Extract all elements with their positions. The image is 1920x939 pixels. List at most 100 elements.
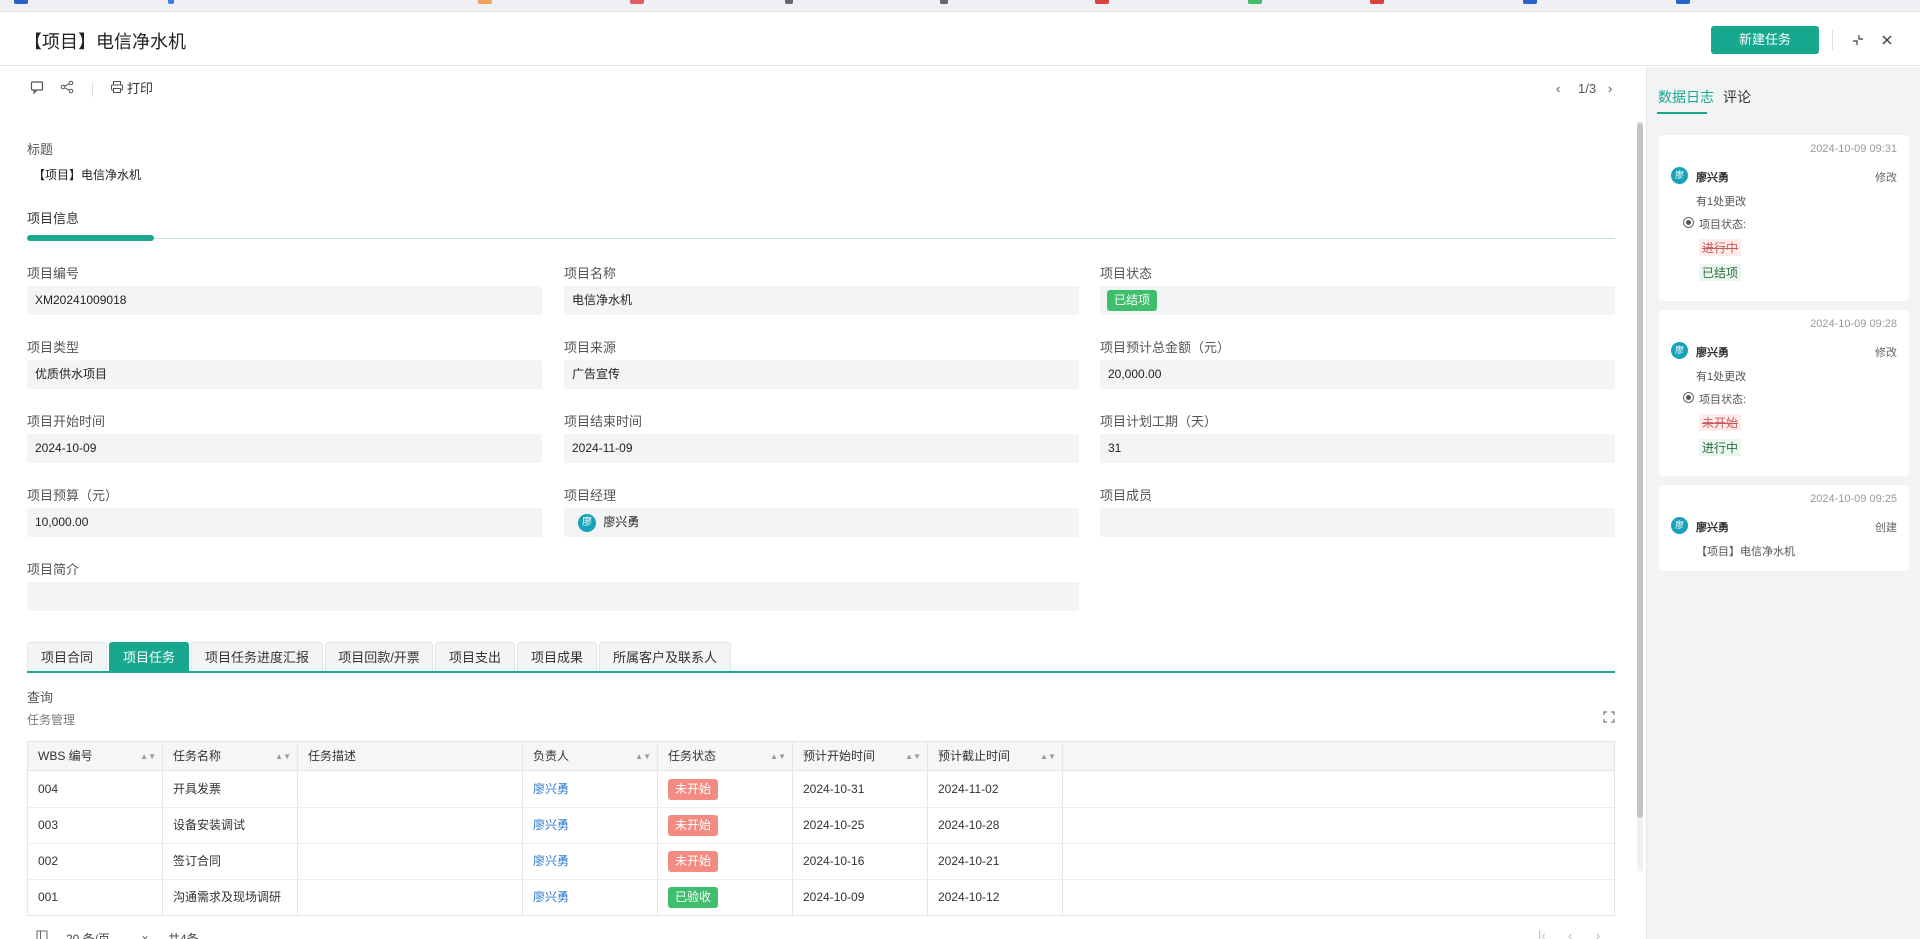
cell-owner-link[interactable]: 廖兴勇	[523, 844, 658, 879]
column-header[interactable]: 负责人 ▲▼	[523, 742, 658, 770]
new-value: 进行中	[1699, 439, 1742, 456]
avatar: 廖	[1671, 167, 1688, 184]
tab-comments[interactable]: 评论	[1723, 87, 1751, 107]
cell-end: 2024-11-02	[928, 772, 1063, 807]
log-field: 项目状态:	[1699, 394, 1747, 406]
top-strip	[0, 0, 1920, 12]
project-intro-field	[27, 582, 1079, 611]
column-header[interactable]: 任务描述	[298, 742, 523, 770]
cell-task-desc	[298, 880, 523, 916]
status-badge: 已结项	[1107, 290, 1158, 311]
bullet-icon	[1683, 217, 1694, 228]
cell-start: 2024-10-31	[793, 772, 928, 807]
project-end-field: 2024-11-09	[564, 434, 1079, 463]
section-active-bar	[27, 235, 154, 241]
total-count: 共4条	[168, 932, 199, 939]
query-button[interactable]: 查询	[27, 687, 53, 706]
main-content: 打印 ‹ 1/3 › 标题 【项目】电信净水机 项目信息 项目编号 XM2024…	[0, 67, 1646, 939]
field-label: 项目名称	[564, 266, 617, 281]
title-label: 标题	[27, 142, 54, 157]
cell-start: 2024-10-25	[793, 808, 928, 843]
cell-owner-link[interactable]: 廖兴勇	[523, 808, 658, 843]
column-header[interactable]: 预计开始时间 ▲▼	[793, 742, 928, 770]
project-status-field: 已结项	[1100, 286, 1615, 315]
record-pager: 1/3	[1578, 81, 1597, 96]
activity-side-panel: 数据日志 评论 2024-10-09 09:31 廖 廖兴勇 修改 有1处更改 …	[1646, 67, 1920, 939]
cell-start: 2024-10-09	[793, 880, 928, 916]
tab-payment-invoice[interactable]: 项目回款/开票	[325, 642, 433, 671]
log-user: 廖兴勇	[1696, 522, 1729, 534]
field-label: 项目简介	[27, 562, 80, 577]
table-row[interactable]: 003 设备安装调试 廖兴勇 未开始 2024-10-25 2024-10-28	[28, 808, 1614, 844]
avatar: 廖	[1671, 517, 1688, 534]
log-time: 2024-10-09 09:31	[1810, 143, 1897, 155]
next-record-icon[interactable]: ›	[1608, 80, 1612, 98]
cell-status: 未开始	[658, 772, 793, 807]
tab-customer-contact[interactable]: 所属客户及联系人	[599, 642, 731, 671]
tab-progress-report[interactable]: 项目任务进度汇报	[191, 642, 323, 671]
table-row[interactable]: 001 沟通需求及现场调研 廖兴勇 已验收 2024-10-09 2024-10…	[28, 880, 1614, 916]
column-header[interactable]: 任务名称 ▲▼	[163, 742, 298, 770]
cell-wbs: 003	[28, 808, 163, 843]
column-header[interactable]: WBS 编号 ▲▼	[28, 742, 163, 770]
prev-page-icon[interactable]: ‹	[1568, 928, 1572, 939]
task-grid: WBS 编号 ▲▼ 任务名称 ▲▼ 任务描述 负责人 ▲▼ 任务状态 ▲▼ 预计开始时间…	[27, 741, 1615, 916]
new-task-button[interactable]: 新建任务	[1711, 26, 1819, 54]
next-page-icon[interactable]: ›	[1596, 928, 1600, 939]
collapse-icon[interactable]	[1845, 27, 1871, 53]
page-size-select[interactable]: 20 条/页	[66, 930, 110, 939]
status-badge: 未开始	[668, 851, 719, 872]
subtab-bar: 项目合同 项目任务 项目任务进度汇报 项目回款/开票 项目支出 项目成果 所属客…	[27, 642, 1615, 673]
table-row[interactable]: 004 开具发票 廖兴勇 未开始 2024-10-31 2024-11-02	[28, 772, 1614, 808]
log-card: 2024-10-09 09:28 廖 廖兴勇 修改 有1处更改 项目状态: 未开…	[1659, 310, 1909, 476]
cell-task-desc	[298, 808, 523, 843]
project-name-field: 电信净水机	[564, 286, 1079, 315]
field-label: 项目开始时间	[27, 414, 106, 429]
table-row[interactable]: 002 签订合同 廖兴勇 未开始 2024-10-16 2024-10-21	[28, 844, 1614, 880]
field-label: 项目类型	[27, 340, 80, 355]
cell-status: 未开始	[658, 844, 793, 879]
share-icon[interactable]	[58, 80, 76, 98]
cell-end: 2024-10-21	[928, 844, 1063, 879]
log-action: 修改	[1875, 172, 1897, 184]
project-type-field: 优质供水项目	[27, 360, 542, 389]
status-badge: 已验收	[668, 887, 719, 908]
log-action: 修改	[1875, 347, 1897, 359]
tab-tasks[interactable]: 项目任务	[109, 642, 189, 671]
tab-expense[interactable]: 项目支出	[435, 642, 515, 671]
comment-icon[interactable]	[28, 80, 46, 98]
section-title: 项目信息	[27, 211, 80, 226]
status-badge: 未开始	[668, 779, 719, 800]
divider	[1832, 30, 1833, 50]
tab-result[interactable]: 项目成果	[517, 642, 597, 671]
print-button[interactable]: 打印	[127, 80, 153, 98]
column-header[interactable]: 预计截止时间 ▲▼	[928, 742, 1063, 770]
chevron-down-icon[interactable]: ⌄	[140, 928, 150, 939]
fullscreen-icon[interactable]	[1603, 711, 1615, 723]
close-icon[interactable]	[1874, 27, 1900, 53]
prev-record-icon[interactable]: ‹	[1556, 80, 1560, 98]
columns-icon[interactable]	[36, 930, 48, 939]
title-bar: 【项目】电信净水机 新建任务	[0, 12, 1920, 66]
cell-owner-link[interactable]: 廖兴勇	[523, 772, 658, 807]
project-manager-field: 廖 廖兴勇	[564, 508, 1079, 537]
cell-status: 已验收	[658, 880, 793, 916]
cell-owner-link[interactable]: 廖兴勇	[523, 880, 658, 916]
first-page-icon[interactable]: |‹	[1538, 928, 1546, 939]
tab-data-log[interactable]: 数据日志	[1658, 87, 1714, 107]
scrollbar-thumb[interactable]	[1637, 123, 1643, 818]
divider	[92, 83, 93, 97]
column-header[interactable]: 任务状态 ▲▼	[658, 742, 793, 770]
tab-contract[interactable]: 项目合同	[27, 642, 107, 671]
field-label: 项目成员	[1100, 488, 1153, 503]
cell-task-desc	[298, 772, 523, 807]
log-summary: 【项目】电信净水机	[1696, 546, 1795, 558]
active-tab-indicator	[1657, 112, 1707, 114]
log-card: 2024-10-09 09:31 廖 廖兴勇 修改 有1处更改 项目状态: 进行…	[1659, 135, 1909, 301]
printer-icon[interactable]	[110, 80, 126, 98]
status-badge: 未开始	[668, 815, 719, 836]
field-label: 项目状态	[1100, 266, 1153, 281]
field-label: 项目经理	[564, 488, 617, 503]
grid-title: 任务管理	[27, 713, 76, 727]
page-title: 【项目】电信净水机	[24, 32, 186, 52]
